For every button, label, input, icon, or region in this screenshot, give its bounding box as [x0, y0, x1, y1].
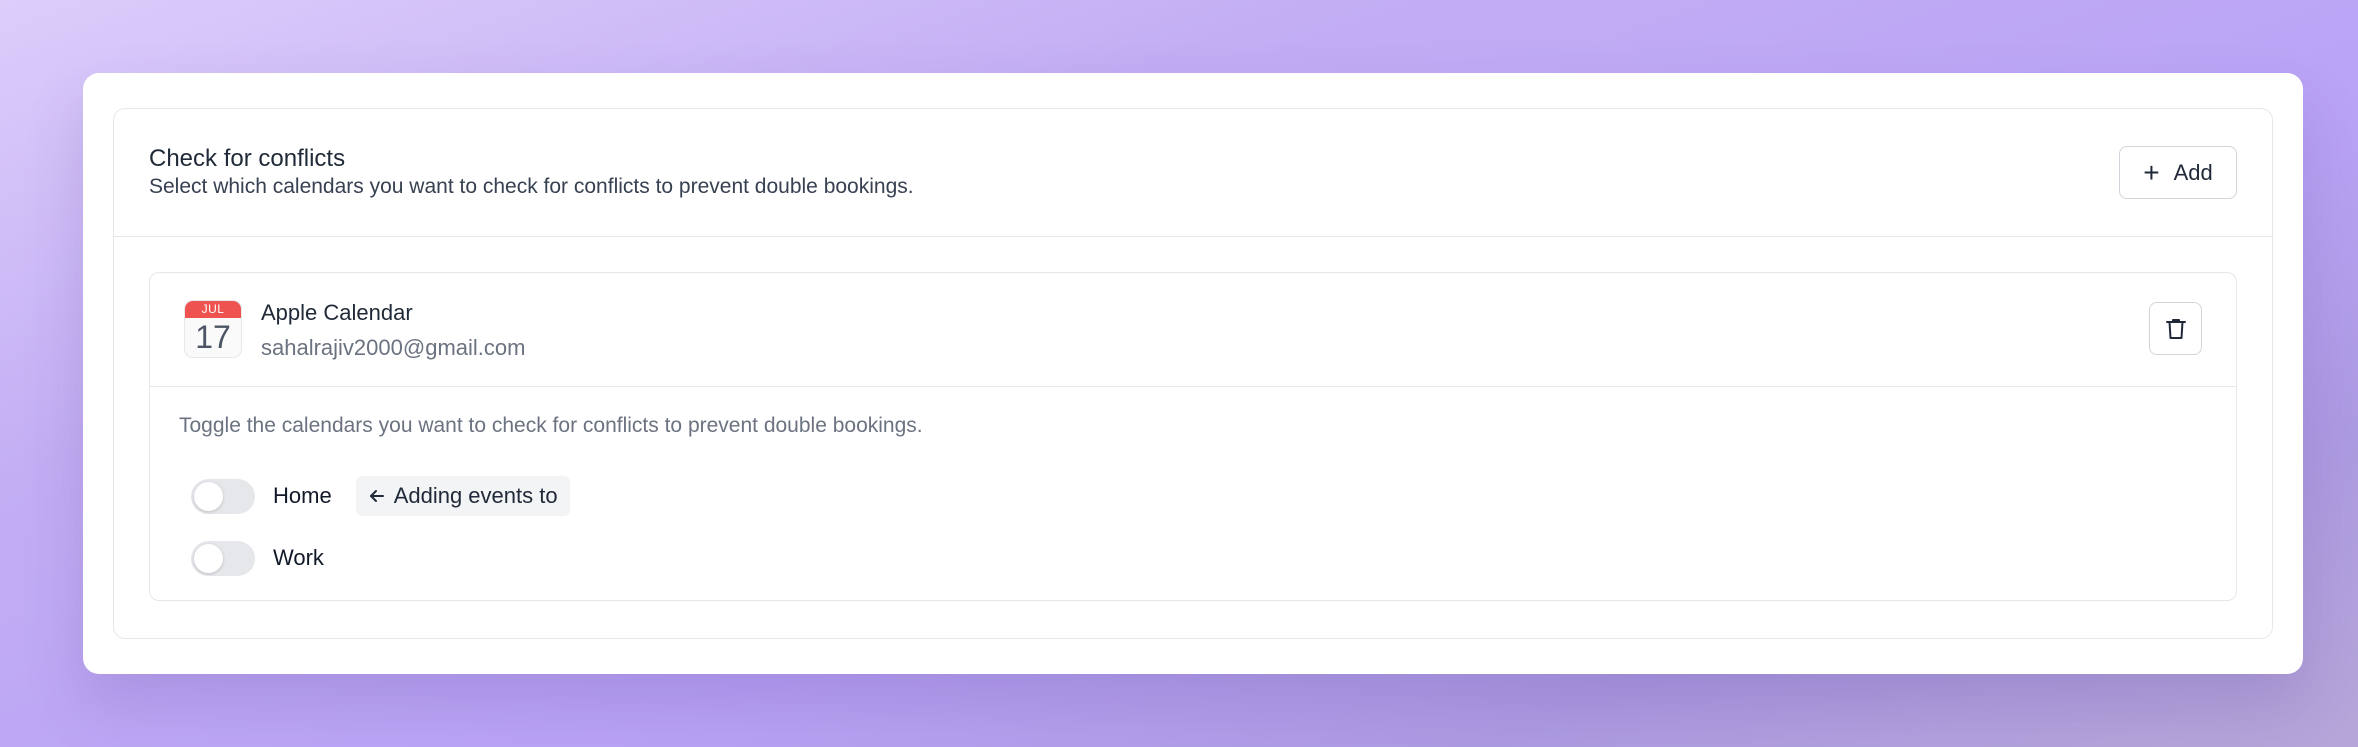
- work-toggle[interactable]: [191, 540, 255, 576]
- add-button[interactable]: + Add: [2119, 146, 2237, 199]
- calendar-row-work: Work: [191, 538, 324, 578]
- work-label: Work: [273, 545, 324, 570]
- calendar-card: JUL 17 Apple Calendar sahalrajiv2000@gma…: [149, 272, 2237, 601]
- conflicts-panel: Check for conflicts Select which calenda…: [113, 108, 2273, 639]
- page-description: Select which calendars you want to check…: [149, 175, 914, 198]
- toggle-knob: [194, 481, 223, 511]
- calendar-card-header: JUL 17 Apple Calendar sahalrajiv2000@gma…: [150, 273, 2236, 387]
- add-button-label: Add: [2173, 159, 2213, 185]
- toggle-knob: [194, 543, 223, 573]
- adding-events-badge: Adding events to: [355, 476, 570, 516]
- calendar-icon-day: 17: [195, 319, 231, 355]
- settings-card: Check for conflicts Select which calenda…: [83, 73, 2303, 674]
- home-label: Home: [273, 483, 332, 508]
- trash-icon: [2165, 318, 2186, 339]
- panel-header: Check for conflicts Select which calenda…: [114, 109, 2272, 237]
- plus-icon: +: [2143, 156, 2160, 188]
- home-toggle[interactable]: [191, 478, 255, 514]
- page-title: Check for conflicts: [149, 145, 346, 172]
- calendar-row-home: Home Adding events to: [191, 476, 570, 516]
- calendar-email: sahalrajiv2000@gmail.com: [261, 335, 526, 360]
- badge-label: Adding events to: [393, 483, 558, 508]
- calendar-name: Apple Calendar: [261, 300, 413, 325]
- apple-calendar-icon: JUL 17: [184, 300, 242, 358]
- calendar-icon-month: JUL: [185, 301, 241, 318]
- toggle-hint: Toggle the calendars you want to check f…: [179, 414, 923, 437]
- arrow-left-icon: [369, 490, 384, 502]
- delete-button[interactable]: [2149, 302, 2202, 355]
